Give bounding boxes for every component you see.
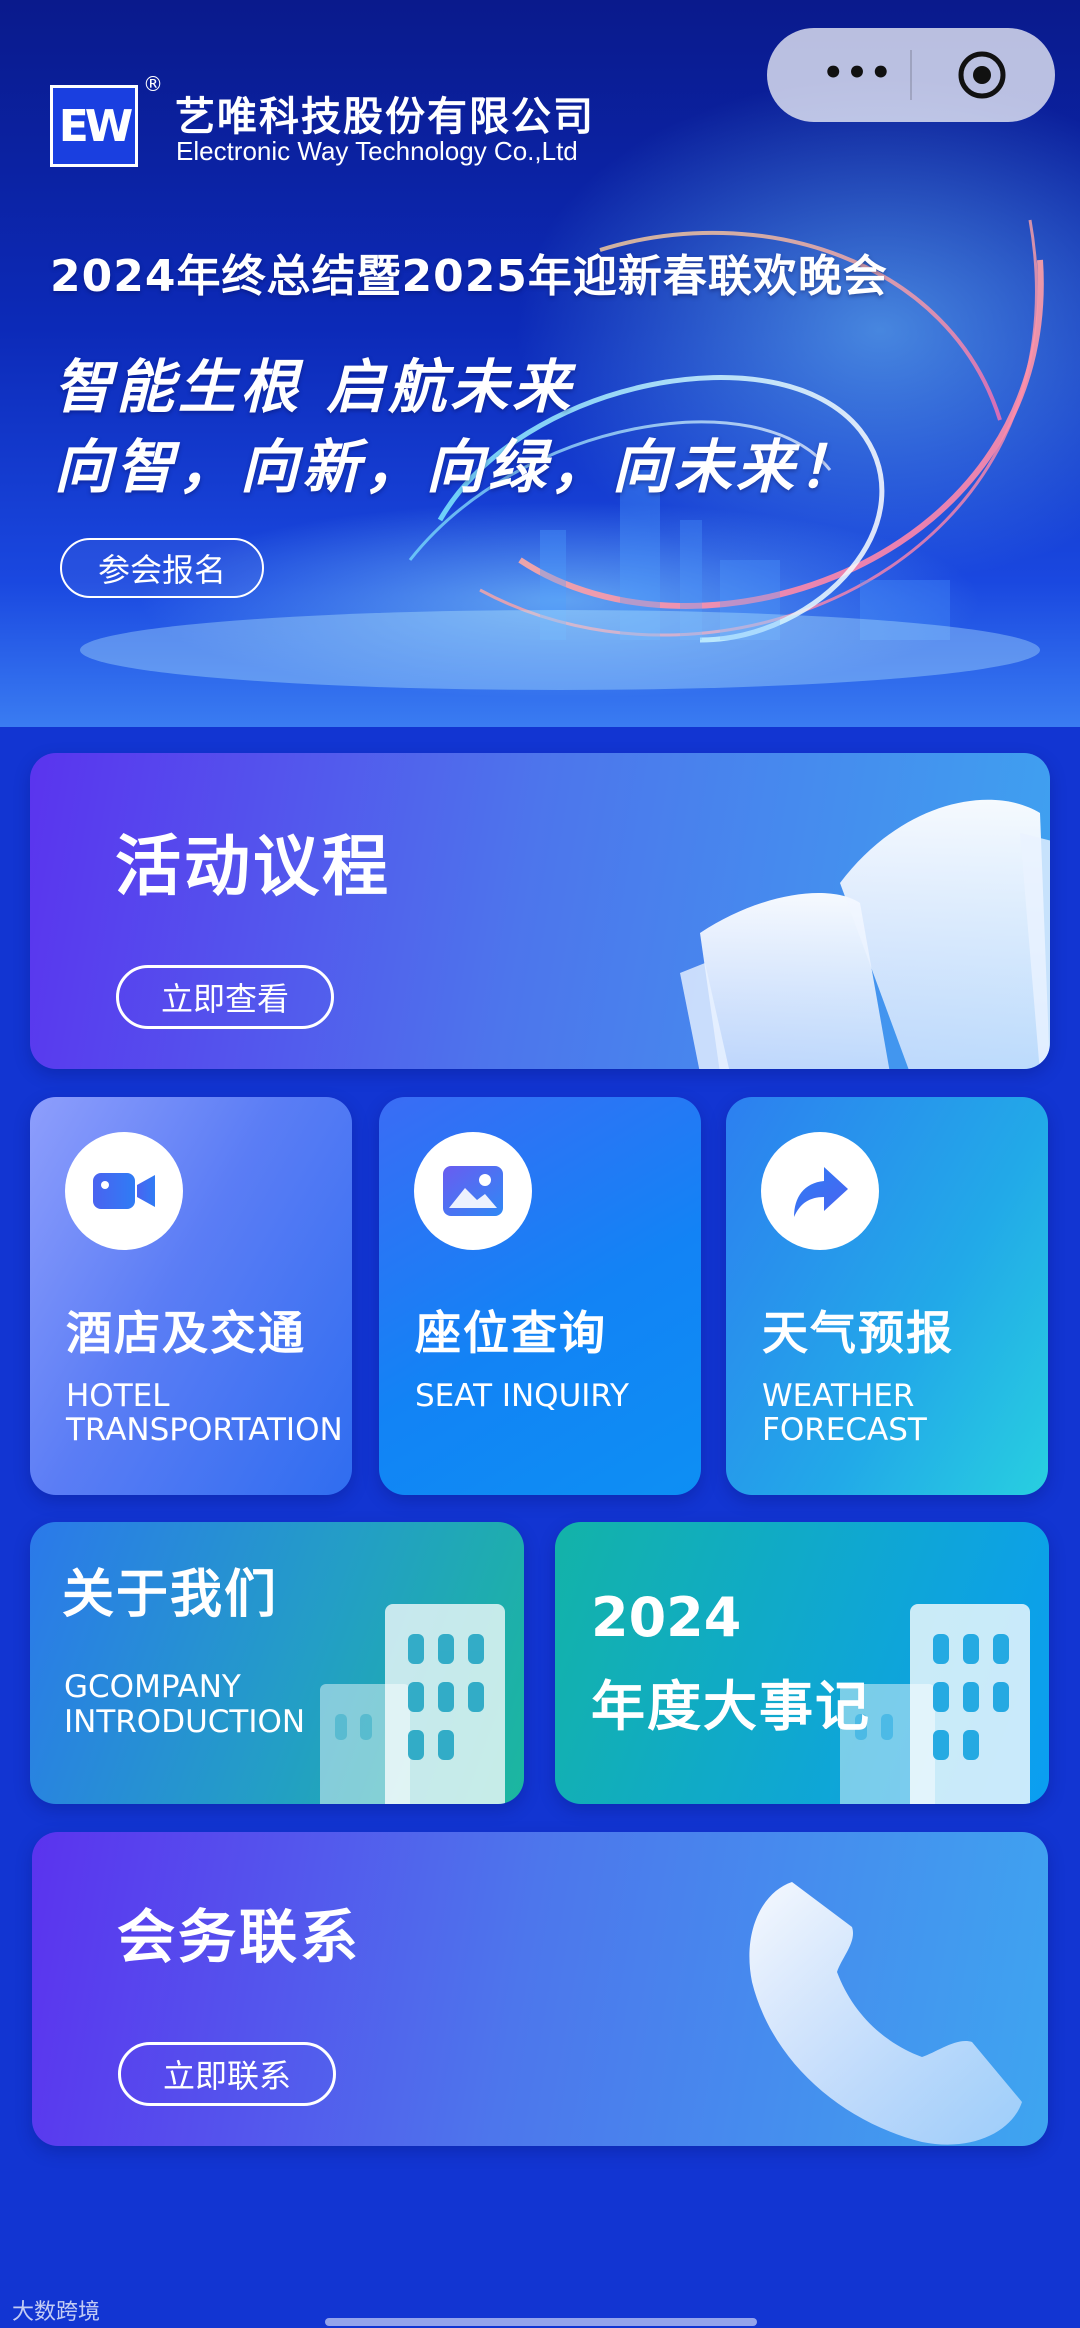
more-menu-icon[interactable]: ••• [809, 56, 907, 94]
event-title: 2024年终总结暨2025年迎新春联欢晚会 [50, 251, 888, 302]
contact-now-button[interactable]: 立即联系 [118, 2042, 336, 2106]
hotel-title-cn: 酒店及交通 [66, 1306, 306, 1360]
weather-forecast-card[interactable]: 天气预报 WEATHER FORECAST [726, 1097, 1048, 1495]
hotel-icon-circle [65, 1132, 183, 1250]
weather-title-en: WEATHER FORECAST [762, 1378, 927, 1448]
seat-icon-circle [414, 1132, 532, 1250]
seat-title-en: SEAT INQUIRY [415, 1378, 629, 1414]
share-arrow-icon [794, 1167, 848, 1217]
about-title-cn: 关于我们 [62, 1565, 279, 1625]
hotel-transport-card[interactable]: 酒店及交通 HOTEL TRANSPORTATION [30, 1097, 352, 1495]
view-agenda-button[interactable]: 立即查看 [116, 965, 334, 1029]
phone-icon [749, 1882, 1022, 2145]
video-camera-icon [93, 1173, 155, 1209]
registered-mark: ® [143, 72, 163, 96]
agenda-title: 活动议程 [115, 828, 391, 905]
signup-button[interactable]: 参会报名 [60, 538, 264, 598]
seat-title-cn: 座位查询 [415, 1306, 607, 1360]
agenda-card[interactable]: 活动议程 立即查看 [30, 753, 1050, 1069]
company-name-cn: 艺唯科技股份有限公司 [175, 94, 595, 140]
company-name-en: Electronic Way Technology Co.,Ltd [176, 136, 578, 166]
contact-card[interactable]: 会务联系 立即联系 [32, 1832, 1048, 2146]
close-miniprogram-icon[interactable] [957, 50, 1007, 100]
seat-inquiry-card[interactable]: 座位查询 SEAT INQUIRY [379, 1097, 701, 1495]
slogan-line-1: 智能生根 启航未来 [54, 353, 575, 421]
image-icon [443, 1166, 503, 1216]
hero-banner: EW ® 艺唯科技股份有限公司 Electronic Way Technolog… [0, 0, 1080, 727]
slogan-line-2: 向智，向新，向绿，向未来！ [54, 433, 861, 501]
company-logo: EW [50, 85, 138, 167]
events-title-cn: 年度大事记 [591, 1675, 871, 1738]
annual-events-card[interactable]: 2024 年度大事记 [555, 1522, 1049, 1804]
miniprogram-capsule: ••• [767, 28, 1055, 122]
home-indicator[interactable] [325, 2318, 757, 2326]
weather-title-cn: 天气预报 [762, 1306, 954, 1360]
contact-title: 会务联系 [117, 1903, 362, 1971]
hotel-title-en: HOTEL TRANSPORTATION [66, 1378, 343, 1448]
about-us-card[interactable]: 关于我们 GCOMPANY INTRODUCTION [30, 1522, 524, 1804]
about-title-en: GCOMPANY INTRODUCTION [64, 1669, 306, 1740]
watermark-text: 大数跨境 [12, 2300, 101, 2325]
capsule-divider [910, 50, 912, 100]
book-icon [680, 799, 1050, 1069]
weather-icon-circle [761, 1132, 879, 1250]
events-year: 2024 [591, 1586, 742, 1649]
